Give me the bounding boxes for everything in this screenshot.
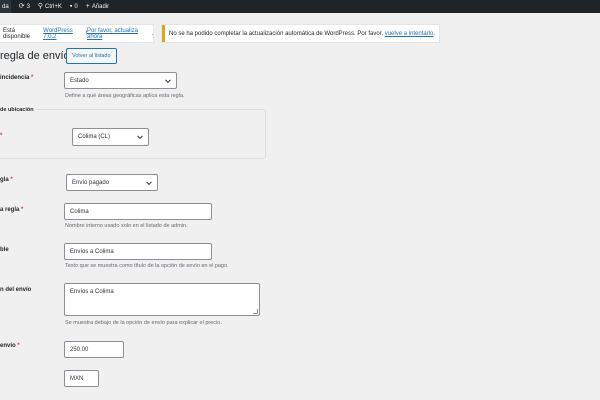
wordpress-version-link[interactable]: WordPress 7.0.2 <box>43 28 85 40</box>
description-textarea[interactable]: Envíos a Colima <box>64 283 260 316</box>
rule-name-input[interactable]: Colima <box>64 203 212 220</box>
cost-input[interactable]: 250.00 <box>64 341 124 358</box>
currency-input[interactable]: MXN <box>64 370 99 387</box>
site-name-link[interactable]: da <box>0 0 11 13</box>
cost-label: envío * <box>0 343 20 349</box>
rule-type-select[interactable]: Envío pagado <box>66 174 158 191</box>
visible-title-label: ble <box>0 247 9 253</box>
autoupdate-notice: No se ha podido completar la actualizaci… <box>162 25 439 42</box>
match-help: Define a qué áreas geográficas aplica es… <box>65 93 185 99</box>
location-legend: de ubicación <box>0 107 36 113</box>
visible-title-help: Texto que se muestra como título de la o… <box>65 263 229 269</box>
match-select[interactable]: Estado <box>64 72 177 89</box>
rule-type-label: gla * <box>0 177 13 183</box>
comments-link[interactable]: ▪ 0 <box>70 3 78 10</box>
retry-update-link[interactable]: vuelve a intentarlo <box>385 31 434 37</box>
state-label: * <box>0 133 3 139</box>
update-notice: Está disponible WordPress 7.0.2! Por fav… <box>0 25 153 42</box>
page-title: regla de envío <box>0 50 70 62</box>
rule-name-help: Nombre interno usado solo en el listado … <box>65 223 188 229</box>
description-label: n del envío <box>0 287 32 293</box>
search-link[interactable]: ⚲ Ctrl+K <box>38 3 62 10</box>
rule-name-label: a regla * <box>0 207 24 213</box>
comments-count: 0 <box>74 3 78 10</box>
visible-title-input[interactable]: Envíos a Colima <box>64 243 212 260</box>
description-help: Se muestra debajo de la opción de envío … <box>65 320 222 326</box>
resize-handle[interactable] <box>253 309 258 314</box>
updates-icon: ⟳ <box>18 3 25 10</box>
search-icon: ⚲ <box>37 3 44 10</box>
updates-count: 3 <box>26 3 30 10</box>
update-now-link[interactable]: Por favor, actualiza ahora <box>87 28 151 40</box>
match-label: incidencia * <box>0 75 34 81</box>
new-content-link[interactable]: + Añadir <box>86 3 109 10</box>
new-content-label: Añadir <box>91 3 110 10</box>
updates-link[interactable]: ⟳ 3 <box>19 3 30 10</box>
state-select[interactable]: Colima (CL) <box>72 128 149 146</box>
plus-icon: + <box>85 3 90 10</box>
comment-icon: ▪ <box>69 3 73 10</box>
admin-bar: da ⟳ 3 ⚲ Ctrl+K ▪ 0 + Añadir <box>0 0 600 13</box>
back-to-list-button[interactable]: Volver al listado <box>66 48 117 64</box>
search-shortcut: Ctrl+K <box>45 3 62 10</box>
